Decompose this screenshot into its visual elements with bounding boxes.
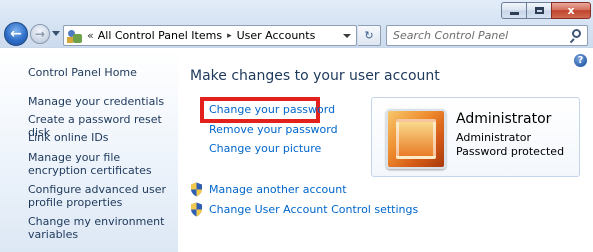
sidebar-item-control-panel-home[interactable]: Control Panel Home [28, 66, 176, 79]
breadcrumb-all-control-panel-items[interactable]: All Control Panel Items [98, 29, 222, 42]
left-navigation-pane: Control Panel Home Manage your credentia… [0, 47, 178, 252]
change-password-link[interactable]: Change your password [209, 103, 335, 116]
sidebar-item-environment-variables[interactable]: Change my environment variables [28, 215, 176, 241]
navigation-buttons: ← → [4, 22, 60, 46]
refresh-button[interactable]: ↻ [358, 25, 381, 46]
maximize-icon [534, 7, 544, 14]
back-button[interactable]: ← [4, 22, 28, 46]
minimize-icon [509, 11, 519, 15]
help-glyph: ? [577, 55, 584, 66]
sidebar-item-link-online-ids[interactable]: Link online IDs [28, 131, 176, 144]
avatar[interactable] [386, 109, 446, 169]
recent-pages-dropdown-icon[interactable] [52, 31, 60, 36]
address-overflow-chevron[interactable]: « [87, 29, 94, 42]
maximize-button[interactable] [526, 2, 551, 19]
breadcrumb-separator-icon[interactable]: ▸ [227, 31, 232, 41]
minimize-button[interactable] [501, 2, 526, 19]
help-icon[interactable]: ? [574, 54, 587, 67]
sidebar-item-file-encryption-certificates[interactable]: Manage your file encryption certificates [28, 151, 176, 177]
uac-settings-item[interactable]: Change User Account Control settings [190, 202, 418, 217]
main-content: ? Make changes to your user account Chan… [178, 47, 593, 252]
breadcrumb-user-accounts[interactable]: User Accounts [237, 29, 316, 42]
account-role: Administrator [456, 131, 531, 144]
address-dropdown-button[interactable] [338, 26, 356, 45]
forward-button[interactable]: → [30, 24, 50, 44]
uac-shield-icon [190, 182, 203, 197]
remove-password-link[interactable]: Remove your password [209, 123, 338, 136]
sidebar-item-advanced-user-profile-properties[interactable]: Configure advanced user profile properti… [28, 183, 176, 209]
sidebar-item-manage-credentials[interactable]: Manage your credentials [28, 95, 176, 108]
manage-another-account-item[interactable]: Manage another account [190, 182, 347, 197]
close-icon: x [567, 4, 575, 17]
account-status: Password protected [456, 145, 565, 158]
search-input[interactable] [387, 29, 567, 42]
uac-shield-icon [190, 202, 203, 217]
account-name: Administrator [456, 111, 552, 127]
page-title: Make changes to your user account [190, 68, 440, 84]
search-box[interactable] [386, 25, 588, 46]
window-controls: x [501, 2, 591, 19]
refresh-icon: ↻ [364, 29, 374, 42]
title-bar: x ← → « All Control Panel Items ▸ User A… [0, 0, 593, 47]
account-card: Administrator Administrator Password pro… [371, 97, 580, 177]
back-arrow-icon: ← [10, 26, 22, 42]
change-uac-settings-link[interactable]: Change User Account Control settings [209, 203, 418, 216]
avatar-picture-frame [396, 119, 436, 159]
change-picture-link[interactable]: Change your picture [209, 142, 321, 155]
address-bar[interactable]: « All Control Panel Items ▸ User Account… [63, 25, 357, 46]
close-button[interactable]: x [551, 2, 591, 19]
manage-another-account-link[interactable]: Manage another account [209, 183, 347, 196]
chevron-down-icon [343, 33, 351, 38]
forward-arrow-icon: → [34, 27, 46, 41]
control-panel-icon [67, 28, 83, 44]
search-icon[interactable] [569, 29, 582, 44]
